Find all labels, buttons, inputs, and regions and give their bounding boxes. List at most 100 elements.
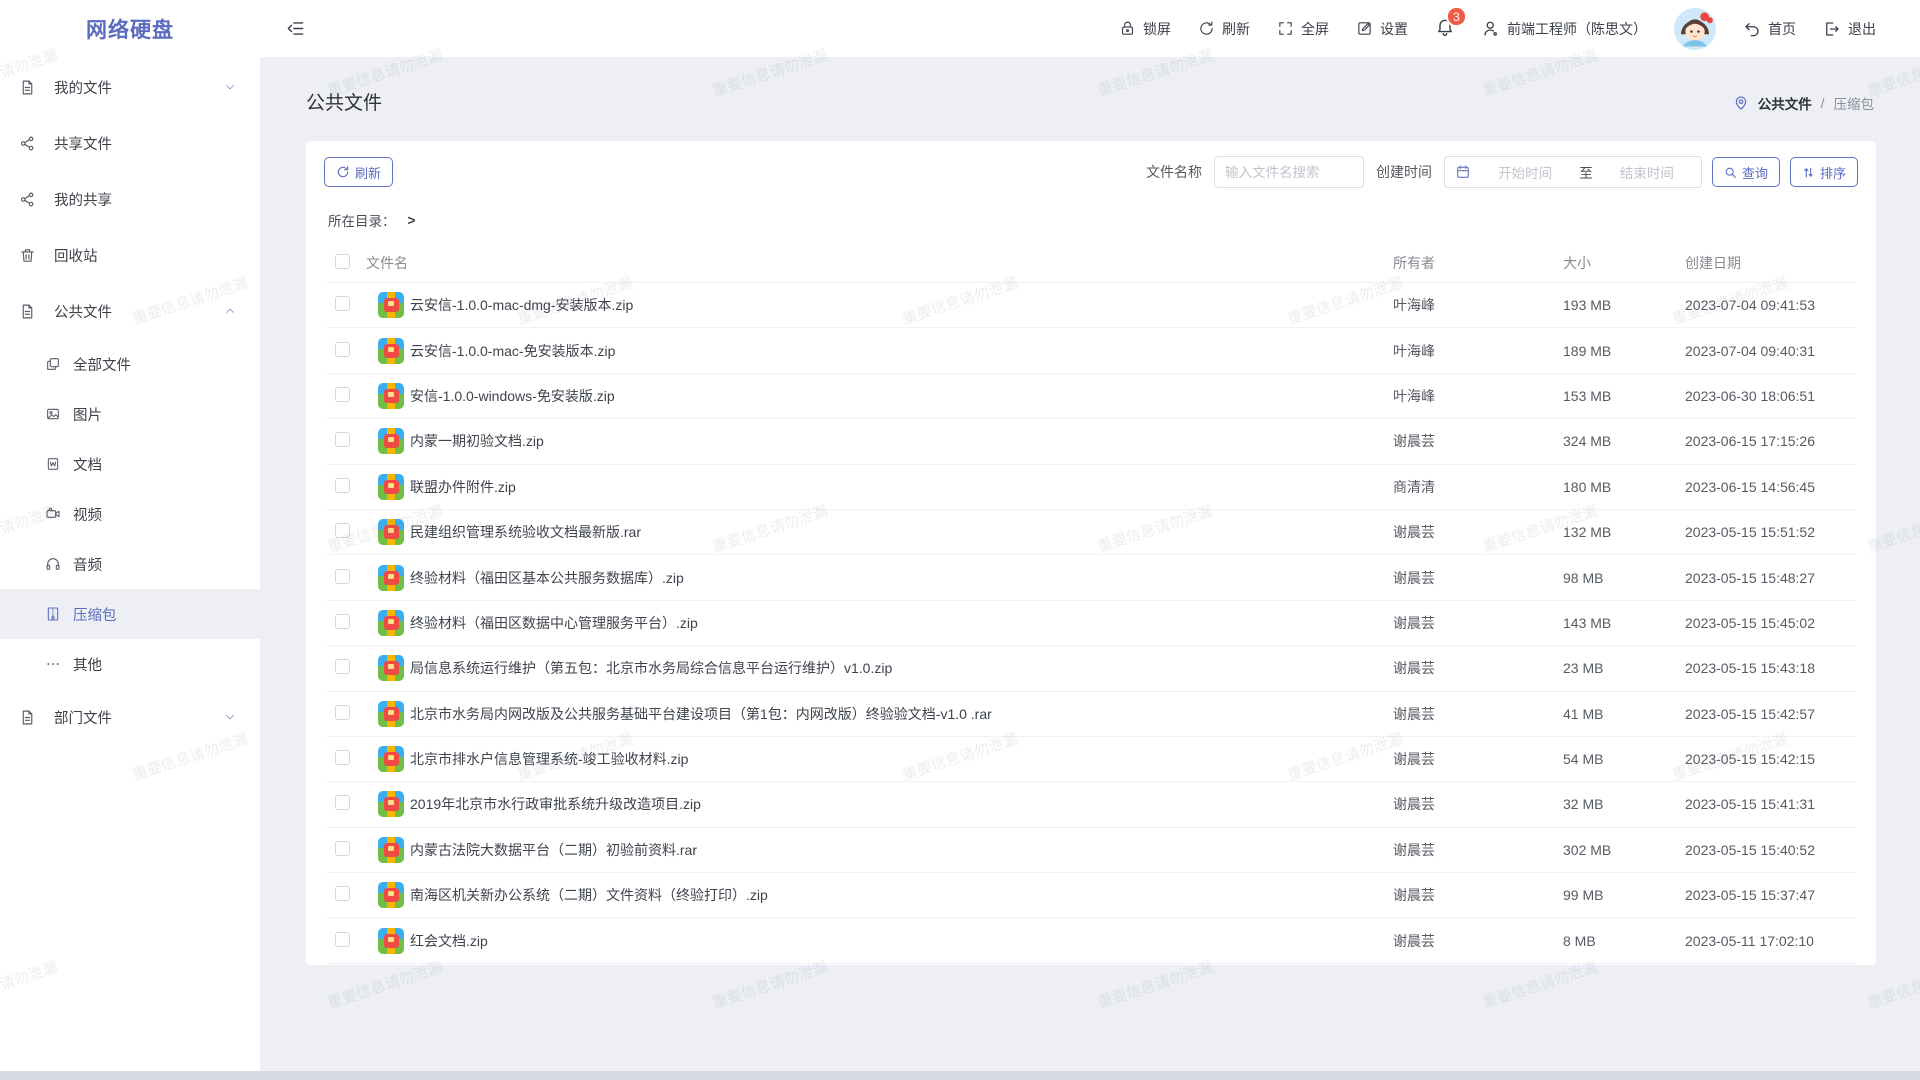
sort-button[interactable]: 排序 [1790, 157, 1858, 187]
table-row[interactable]: 终验材料（福田区基本公共服务数据库）.zip谢晨芸98 MB2023-05-15… [326, 555, 1856, 600]
row-checkbox[interactable] [335, 932, 350, 947]
file-name[interactable]: 安信-1.0.0-windows-免安装版.zip [404, 386, 1393, 406]
logout-button[interactable]: 退出 [1823, 19, 1876, 39]
user-menu[interactable]: 前端工程师（陈思文） [1482, 19, 1647, 39]
sidebar-item-label: 图片 [73, 404, 102, 425]
sidebar: 我的文件共享文件我的共享回收站公共文件全部文件图片文档视频音频压缩包其他部门文件 [0, 57, 260, 1080]
home-button[interactable]: 首页 [1743, 19, 1796, 39]
row-checkbox[interactable] [335, 705, 350, 720]
table-row[interactable]: 内蒙古法院大数据平台（二期）初验前资料.rar谢晨芸302 MB2023-05-… [326, 828, 1856, 873]
sidebar-item-my-shares[interactable]: 我的共享 [0, 171, 260, 227]
row-checkbox[interactable] [335, 750, 350, 765]
table-row[interactable]: 内蒙一期初验文档.zip谢晨芸324 MB2023-06-15 17:15:26 [326, 419, 1856, 464]
sidebar-item-recycle-bin[interactable]: 回收站 [0, 227, 260, 283]
row-checkbox[interactable] [335, 342, 350, 357]
refresh-button[interactable]: 刷新 [1198, 19, 1250, 39]
sidebar-item-public-files[interactable]: 公共文件 [0, 283, 260, 339]
row-checkbox[interactable] [335, 523, 350, 538]
refresh-list-button[interactable]: 刷新 [324, 157, 393, 187]
file-name[interactable]: 局信息系统运行维护（第五包：北京市水务局综合信息平台运行维护）v1.0.zip [404, 658, 1393, 678]
table-row[interactable]: 北京市水务局内网改版及公共服务基础平台建设项目（第1包：内网改版）终验验文档-v… [326, 692, 1856, 737]
row-checkbox[interactable] [335, 841, 350, 856]
refresh-label: 刷新 [355, 163, 381, 182]
sidebar-item-my-files[interactable]: 我的文件 [0, 59, 260, 115]
breadcrumb: 公共文件 / 压缩包 [1733, 93, 1874, 113]
created-time-label: 创建时间 [1376, 162, 1432, 182]
file-size: 8 MB [1563, 933, 1685, 949]
date-range-picker[interactable]: 开始时间 至 结束时间 [1444, 156, 1702, 188]
sidebar-item-label: 其他 [73, 654, 102, 675]
file-date: 2023-05-15 15:48:27 [1685, 570, 1856, 586]
directory-root-arrow[interactable]: > [408, 213, 416, 228]
file-owner: 谢晨芸 [1393, 613, 1563, 633]
lock-screen-button[interactable]: 锁屏 [1119, 19, 1171, 39]
file-name[interactable]: 红会文档.zip [404, 931, 1393, 951]
sidebar-item-department-files[interactable]: 部门文件 [0, 689, 260, 745]
table-row[interactable]: 2019年北京市水行政审批系统升级改造项目.zip谢晨芸32 MB2023-05… [326, 782, 1856, 827]
sidebar-item-archives[interactable]: 压缩包 [0, 589, 260, 639]
file-name[interactable]: 云安信-1.0.0-mac-dmg-安装版本.zip [404, 295, 1393, 315]
row-checkbox[interactable] [335, 659, 350, 674]
file-name[interactable]: 北京市排水户信息管理系统-竣工验收材料.zip [404, 749, 1393, 769]
table-row[interactable]: 南海区机关新办公系统（二期）文件资料（终验打印）.zip谢晨芸99 MB2023… [326, 873, 1856, 918]
sidebar-item-shared-files[interactable]: 共享文件 [0, 115, 260, 171]
file-name[interactable]: 2019年北京市水行政审批系统升级改造项目.zip [404, 794, 1393, 814]
table-row[interactable]: 民建组织管理系统验收文档最新版.rar谢晨芸132 MB2023-05-15 1… [326, 510, 1856, 555]
sort-label: 排序 [1820, 163, 1846, 182]
archive-file-icon [378, 882, 404, 908]
sidebar-item-others[interactable]: 其他 [0, 639, 260, 689]
table-row[interactable]: 联盟办件附件.zip商清清180 MB2023-06-15 14:56:45 [326, 465, 1856, 510]
breadcrumb-parent[interactable]: 公共文件 [1758, 93, 1812, 113]
file-name[interactable]: 内蒙一期初验文档.zip [404, 431, 1393, 451]
file-name[interactable]: 北京市水务局内网改版及公共服务基础平台建设项目（第1包：内网改版）终验验文档-v… [404, 704, 1393, 724]
video-icon [45, 506, 61, 522]
row-checkbox[interactable] [335, 432, 350, 447]
content-card: 刷新 文件名称 创建时间 开始时间 至 结束时间 查询 [306, 141, 1876, 965]
filename-search-input[interactable] [1214, 156, 1364, 188]
row-checkbox[interactable] [335, 569, 350, 584]
horizontal-scrollbar[interactable] [0, 1071, 1920, 1080]
file-name[interactable]: 终验材料（福田区基本公共服务数据库）.zip [404, 568, 1393, 588]
file-name[interactable]: 终验材料（福田区数据中心管理服务平台）.zip [404, 613, 1393, 633]
row-checkbox[interactable] [335, 795, 350, 810]
table-row[interactable]: 云安信-1.0.0-mac-dmg-安装版本.zip叶海峰193 MB2023-… [326, 283, 1856, 328]
file-name[interactable]: 内蒙古法院大数据平台（二期）初验前资料.rar [404, 840, 1393, 860]
file-name[interactable]: 民建组织管理系统验收文档最新版.rar [404, 522, 1393, 542]
table-row[interactable]: 北京市排水户信息管理系统-竣工验收材料.zip谢晨芸54 MB2023-05-1… [326, 737, 1856, 782]
fullscreen-button[interactable]: 全屏 [1277, 19, 1329, 39]
file-name[interactable]: 云安信-1.0.0-mac-免安装版本.zip [404, 341, 1393, 361]
table-row[interactable]: 红会文档.zip谢晨芸8 MB2023-05-11 17:02:10 [326, 918, 1856, 963]
sidebar-item-all-files[interactable]: 全部文件 [0, 339, 260, 389]
row-checkbox[interactable] [335, 387, 350, 402]
sidebar-item-audio[interactable]: 音频 [0, 539, 260, 589]
query-button[interactable]: 查询 [1712, 157, 1780, 187]
sidebar-item-label: 部门文件 [54, 707, 112, 728]
sidebar-item-videos[interactable]: 视频 [0, 489, 260, 539]
row-checkbox[interactable] [335, 478, 350, 493]
file-date: 2023-06-15 14:56:45 [1685, 479, 1856, 495]
refresh-label: 刷新 [1222, 19, 1250, 39]
column-filename: 文件名 [366, 253, 1393, 273]
chevron-up-icon [224, 305, 236, 317]
table-row[interactable]: 终验材料（福田区数据中心管理服务平台）.zip谢晨芸143 MB2023-05-… [326, 601, 1856, 646]
notifications-button[interactable]: 3 [1435, 17, 1455, 40]
sidebar-item-label: 共享文件 [54, 133, 112, 154]
table-row[interactable]: 局信息系统运行维护（第五包：北京市水务局综合信息平台运行维护）v1.0.zip谢… [326, 646, 1856, 691]
filter-bar: 文件名称 创建时间 开始时间 至 结束时间 查询 [1144, 156, 1858, 188]
row-checkbox[interactable] [335, 296, 350, 311]
file-name[interactable]: 南海区机关新办公系统（二期）文件资料（终验打印）.zip [404, 885, 1393, 905]
refresh-icon [1198, 20, 1215, 37]
settings-button[interactable]: 设置 [1356, 19, 1408, 39]
sidebar-item-images[interactable]: 图片 [0, 389, 260, 439]
table-header: 文件名 所有者 大小 创建日期 [326, 243, 1856, 283]
file-name[interactable]: 联盟办件附件.zip [404, 477, 1393, 497]
file-date: 2023-06-30 18:06:51 [1685, 388, 1856, 404]
table-row[interactable]: 安信-1.0.0-windows-免安装版.zip叶海峰153 MB2023-0… [326, 374, 1856, 419]
collapse-sidebar-icon[interactable] [286, 19, 305, 38]
row-checkbox[interactable] [335, 886, 350, 901]
avatar[interactable] [1674, 8, 1716, 50]
select-all-checkbox[interactable] [335, 254, 350, 269]
row-checkbox[interactable] [335, 614, 350, 629]
sidebar-item-documents[interactable]: 文档 [0, 439, 260, 489]
table-row[interactable]: 云安信-1.0.0-mac-免安装版本.zip叶海峰189 MB2023-07-… [326, 328, 1856, 373]
